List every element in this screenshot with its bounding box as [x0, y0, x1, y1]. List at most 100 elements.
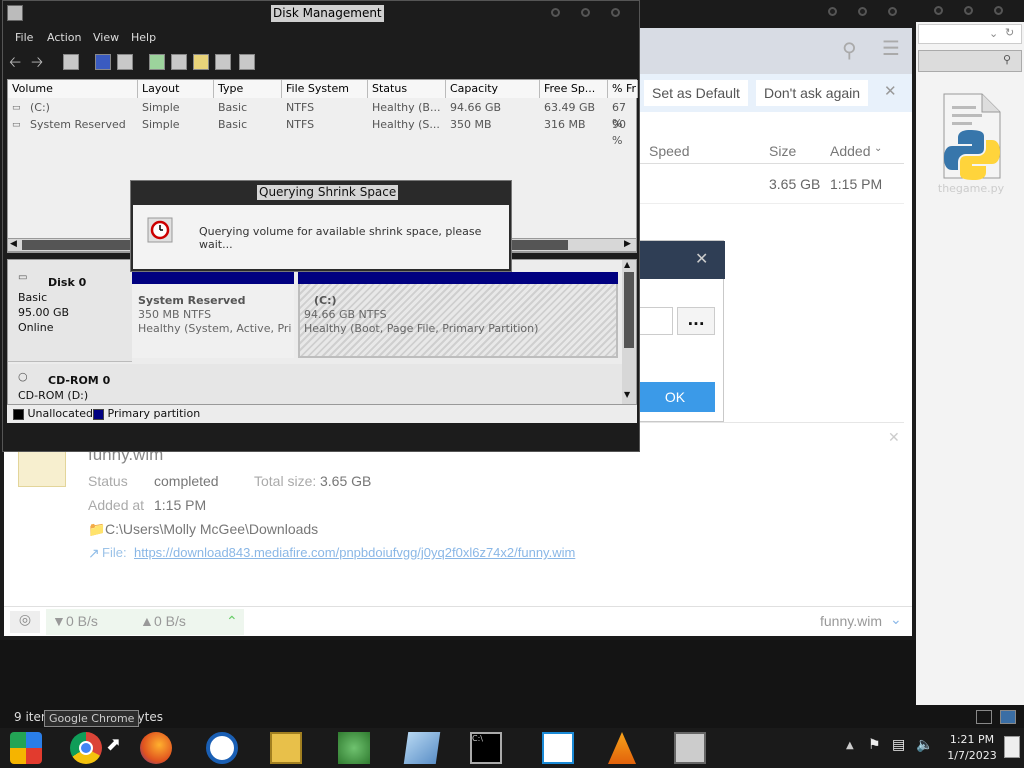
scroll-right-icon[interactable]: ▶ — [624, 239, 631, 249]
col-volume[interactable]: Volume — [8, 80, 138, 98]
detail-file-url[interactable]: https://download843.mediafire.com/pnpbdo… — [134, 545, 575, 560]
detail-close-icon[interactable]: ✕ — [888, 429, 900, 446]
taskbar-tooltip: Google Chrome — [44, 710, 140, 727]
scroll-down-icon[interactable]: ▼ — [624, 390, 630, 399]
network-app-icon[interactable] — [338, 732, 370, 764]
col-size[interactable]: Size — [769, 143, 796, 159]
search-icon[interactable]: ⚲ — [1003, 53, 1011, 66]
explorer-close-button[interactable] — [994, 6, 1003, 15]
action-center-flag-icon[interactable]: ⚑ — [868, 737, 881, 753]
expand-up-icon[interactable]: ⌃ — [226, 613, 238, 630]
taskbar-clock[interactable]: 1:21 PM 1/7/2023 — [940, 732, 1004, 764]
ok-button[interactable]: OK — [635, 382, 715, 412]
menu-action[interactable]: Action — [47, 31, 81, 44]
col-layout[interactable]: Layout — [138, 80, 214, 98]
mouse-cursor: ⬈ — [106, 734, 122, 755]
cell-volume: (C:) — [30, 101, 50, 114]
table-row[interactable]: ▭ System Reserved Simple Basic NTFS Heal… — [8, 117, 638, 147]
properties-icon[interactable] — [117, 54, 133, 70]
set-default-button[interactable]: Set as Default — [644, 80, 748, 106]
volume-icon[interactable]: 🔈 — [916, 737, 933, 753]
refresh-icon[interactable]: ↻ — [1005, 26, 1014, 39]
disk0-size: 95.00 GB — [18, 306, 70, 319]
browse-button[interactable]: ... — [677, 307, 715, 335]
open-folder-icon[interactable] — [193, 54, 209, 70]
detail-folder-link[interactable]: C:\Users\Molly McGee\Downloads — [105, 521, 318, 537]
banner-close-icon[interactable]: ✕ — [884, 82, 897, 100]
speed-readout[interactable]: ▼ 0 B/s ▲ 0 B/s ⌃ — [46, 609, 244, 635]
notepad-icon[interactable] — [403, 732, 441, 764]
dlm-menu-icon[interactable]: ☰ — [882, 36, 900, 60]
tray-expand-icon[interactable]: ▲ — [846, 740, 854, 751]
dm-close-button[interactable] — [611, 8, 620, 17]
table-row[interactable]: ▭ (C:) Simple Basic NTFS Healthy (B... 9… — [8, 100, 638, 130]
menu-file[interactable]: File — [15, 31, 33, 44]
graph-vertical-scrollbar[interactable]: ▲ ▼ — [622, 260, 636, 404]
partition-system-reserved[interactable]: System Reserved 350 MB NTFS Healthy (Sys… — [132, 272, 294, 358]
dlm-search-icon[interactable]: ⚲ — [842, 38, 857, 62]
obama-logo-icon[interactable] — [206, 732, 238, 764]
cell-free: 63.49 GB — [544, 101, 596, 114]
dlm-dialog-path-field[interactable] — [635, 307, 673, 335]
chrome-icon[interactable] — [70, 732, 102, 764]
partition-c[interactable]: (C:) 94.66 GB NTFS Healthy (Boot, Page F… — [298, 272, 618, 358]
dm-maximize-button[interactable] — [581, 8, 590, 17]
menu-help[interactable]: Help — [131, 31, 156, 44]
scroll-up-icon[interactable]: ▲ — [624, 260, 630, 269]
disk-list-icon[interactable] — [239, 54, 255, 70]
dm-titlebar: Disk Management — [3, 1, 639, 27]
dlm-dialog-close-icon[interactable]: ✕ — [695, 249, 708, 268]
col-free-space[interactable]: Free Sp... — [540, 80, 608, 98]
explorer-search-box[interactable]: ⚲ — [918, 50, 1022, 72]
sort-desc-icon: ⌄ — [874, 143, 883, 154]
command-prompt-icon[interactable]: C:\ — [470, 732, 502, 764]
forward-arrow-icon[interactable]: 🡢 — [31, 52, 43, 77]
tiles-view-icon[interactable] — [1000, 710, 1016, 724]
col-type[interactable]: Type — [214, 80, 282, 98]
details-view-icon[interactable] — [976, 710, 992, 724]
col-percent-free[interactable]: % Fr — [608, 80, 638, 98]
explorer-minimize-button[interactable] — [934, 6, 943, 15]
current-file-chevron-icon[interactable]: ⌄ — [890, 611, 902, 628]
refresh-disks-icon[interactable] — [149, 54, 165, 70]
dont-ask-button[interactable]: Don't ask again — [756, 80, 869, 106]
rescan-icon[interactable] — [171, 54, 187, 70]
upload-speed-icon: ▲ — [140, 613, 154, 629]
clock-date: 1/7/2023 — [947, 749, 997, 762]
start-button-icon[interactable] — [10, 732, 42, 764]
console-tree-icon[interactable] — [63, 54, 79, 70]
vscroll-thumb[interactable] — [624, 272, 634, 348]
shrink-dialog-title: Querying Shrink Space — [257, 185, 399, 200]
dlm-maximize-button[interactable] — [858, 7, 867, 16]
cdrom0-info[interactable]: ○ CD-ROM 0 CD-ROM (D:) — [8, 364, 622, 404]
vlc-icon[interactable] — [608, 732, 636, 764]
address-dropdown-icon[interactable]: ⌄ — [989, 27, 998, 40]
file-explorer-icon[interactable] — [270, 732, 302, 764]
dlm-minimize-button[interactable] — [828, 7, 837, 16]
scroll-left-icon[interactable]: ◀ — [10, 239, 17, 249]
search-disk-icon[interactable] — [215, 54, 231, 70]
desktop-file-thegame[interactable]: thegame.py — [936, 90, 1016, 196]
dm-minimize-button[interactable] — [551, 8, 560, 17]
remote-desktop-icon[interactable] — [542, 732, 574, 764]
col-added[interactable]: Added — [830, 143, 870, 159]
col-capacity[interactable]: Capacity — [446, 80, 540, 98]
col-speed[interactable]: Speed — [649, 143, 689, 159]
help-icon[interactable] — [95, 54, 111, 70]
back-arrow-icon[interactable]: 🡠 — [9, 52, 21, 77]
part1-name: System Reserved — [138, 294, 246, 307]
installer-icon[interactable] — [674, 732, 706, 764]
dlm-close-button[interactable] — [888, 7, 897, 16]
col-file-system[interactable]: File System — [282, 80, 368, 98]
speed-limit-icon[interactable]: ◎ — [10, 611, 40, 633]
explorer-maximize-button[interactable] — [964, 6, 973, 15]
firefox-icon[interactable] — [140, 732, 172, 764]
cell-fs: NTFS — [286, 118, 315, 131]
menu-view[interactable]: View — [93, 31, 119, 44]
col-status[interactable]: Status — [368, 80, 446, 98]
network-tray-icon[interactable]: ▤ — [892, 737, 905, 753]
disk0-info[interactable]: ▭ Disk 0 Basic 95.00 GB Online — [8, 260, 132, 362]
dm-toolbar: 🡠 🡢 — [3, 49, 639, 75]
explorer-address-bar[interactable]: ⌄ ↻ — [918, 24, 1022, 44]
show-desktop-icon[interactable] — [1004, 736, 1020, 758]
